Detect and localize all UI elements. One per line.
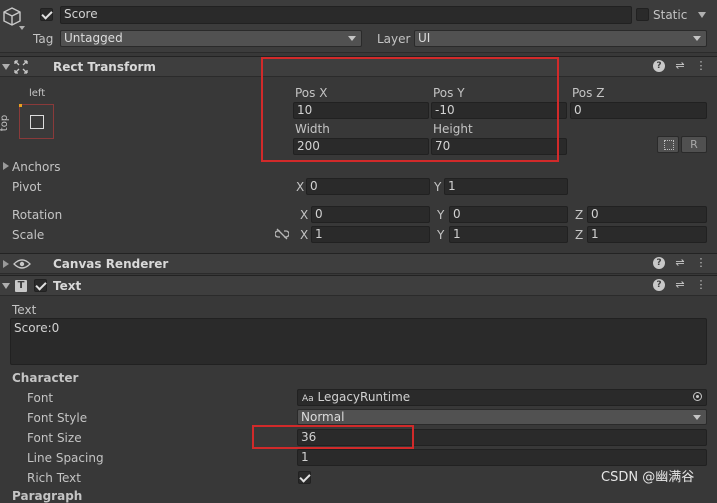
font-asset-icon: Aa <box>302 394 314 404</box>
canvas-renderer-title: Canvas Renderer <box>53 257 169 271</box>
pivot-x-field[interactable]: 0 <box>306 178 430 195</box>
rect-transform-icon <box>14 60 28 74</box>
rotation-z-label: Z <box>575 208 584 222</box>
anchors-fold-icon[interactable] <box>3 162 9 170</box>
chevron-down-icon <box>348 36 356 41</box>
scale-y-label: Y <box>437 228 445 242</box>
gameobject-header: Score Static Tag Untagged Layer UI <box>0 0 717 53</box>
pos-z-label: Pos Z <box>572 86 605 100</box>
pivot-x-label: X <box>296 180 305 194</box>
tag-label: Tag <box>33 32 54 46</box>
tag-dropdown[interactable]: Untagged <box>60 30 362 47</box>
more-options-icon[interactable]: ⋮ <box>695 60 707 72</box>
gameobject-name-input[interactable]: Score <box>60 6 632 24</box>
font-style-value: Normal <box>301 410 345 424</box>
more-options-icon[interactable]: ⋮ <box>695 257 707 269</box>
static-dropdown-caret-icon[interactable] <box>698 12 706 18</box>
layer-label: Layer <box>377 32 411 46</box>
scale-y-field[interactable]: 1 <box>449 226 568 243</box>
rect-transform-title: Rect Transform <box>53 60 156 74</box>
font-value: LegacyRuntime <box>317 390 411 404</box>
paragraph-section-label: Paragraph <box>12 489 83 503</box>
character-section-label: Character <box>12 371 79 385</box>
pivot-label: Pivot <box>12 180 42 194</box>
component-actions: ? ⇌ ⋮ <box>653 279 707 291</box>
scale-x-label: X <box>300 228 309 242</box>
more-options-icon[interactable]: ⋮ <box>695 279 707 291</box>
help-icon[interactable]: ? <box>653 257 665 269</box>
rotation-x-label: X <box>300 208 309 222</box>
rotation-z-field[interactable]: 0 <box>587 206 707 223</box>
component-actions: ? ⇌ ⋮ <box>653 257 707 269</box>
static-toggle[interactable] <box>636 8 649 21</box>
rich-text-label: Rich Text <box>27 471 81 485</box>
line-spacing-label: Line Spacing <box>27 451 104 465</box>
preset-sliders-icon[interactable]: ⇌ <box>674 279 686 291</box>
text-component-icon: T <box>15 280 27 292</box>
preset-sliders-icon[interactable]: ⇌ <box>674 60 686 72</box>
rotation-label: Rotation <box>12 208 63 222</box>
text-enabled-toggle[interactable] <box>34 279 47 292</box>
font-style-label: Font Style <box>27 411 88 425</box>
preset-sliders-icon[interactable]: ⇌ <box>674 257 686 269</box>
pos-z-field[interactable]: 0 <box>570 102 707 119</box>
gameobject-active-toggle[interactable] <box>40 8 53 21</box>
tag-value: Untagged <box>64 31 123 45</box>
anchor-preset-horizontal-label: left <box>29 88 46 99</box>
anchor-square-icon <box>30 115 44 129</box>
object-picker-icon[interactable] <box>693 392 702 401</box>
font-style-dropdown[interactable]: Normal <box>297 409 707 425</box>
chevron-down-icon <box>693 36 701 41</box>
rich-text-toggle[interactable] <box>298 471 311 484</box>
pivot-y-label: Y <box>434 180 442 194</box>
scale-z-label: Z <box>575 228 584 242</box>
icon-dropdown-caret-icon[interactable] <box>19 26 25 30</box>
anchor-presets-button[interactable] <box>19 104 54 139</box>
layer-dropdown[interactable]: UI <box>414 30 707 47</box>
text-content-area[interactable]: Score:0 <box>10 318 707 365</box>
eye-icon <box>13 259 31 269</box>
dotted-rect-icon <box>664 140 674 150</box>
highlight-box-font-size <box>252 425 414 449</box>
fold-arrow-icon[interactable] <box>3 260 9 268</box>
fold-arrow-icon[interactable] <box>2 64 10 70</box>
font-size-label: Font Size <box>27 431 82 445</box>
rotation-y-label: Y <box>437 208 445 222</box>
help-icon[interactable]: ? <box>653 279 665 291</box>
blueprint-mode-button[interactable] <box>657 136 679 153</box>
text-component-header[interactable]: T Text ? ⇌ ⋮ <box>0 275 717 296</box>
chevron-down-icon <box>693 415 701 420</box>
scale-z-field[interactable]: 1 <box>587 226 707 243</box>
highlight-box-rect <box>261 57 559 162</box>
font-label: Font <box>27 391 54 405</box>
pivot-y-field[interactable]: 1 <box>444 178 568 195</box>
line-spacing-field[interactable]: 1 <box>297 449 707 466</box>
component-actions: ? ⇌ ⋮ <box>653 60 707 72</box>
constrain-proportions-link-icon[interactable] <box>275 227 289 241</box>
fold-arrow-icon[interactable] <box>2 283 10 289</box>
anchor-dot-icon <box>19 104 22 107</box>
raw-edit-button[interactable]: R <box>681 136 707 153</box>
text-label: Text <box>12 303 37 317</box>
scale-label: Scale <box>12 228 45 242</box>
rotation-x-field[interactable]: 0 <box>311 206 430 223</box>
watermark: CSDN @幽满谷 <box>601 470 695 485</box>
anchor-preset-vertical-label: top <box>0 114 11 132</box>
static-label: Static <box>653 8 688 22</box>
rotation-y-field[interactable]: 0 <box>449 206 568 223</box>
anchors-label[interactable]: Anchors <box>12 160 61 174</box>
gameobject-cube-icon <box>3 7 21 26</box>
layer-value: UI <box>418 31 431 45</box>
text-component-title: Text <box>53 279 82 293</box>
scale-x-field[interactable]: 1 <box>311 226 430 243</box>
canvas-renderer-header[interactable]: Canvas Renderer ? ⇌ ⋮ <box>0 253 717 274</box>
font-object-field[interactable]: Aa LegacyRuntime <box>297 389 707 406</box>
help-icon[interactable]: ? <box>653 60 665 72</box>
